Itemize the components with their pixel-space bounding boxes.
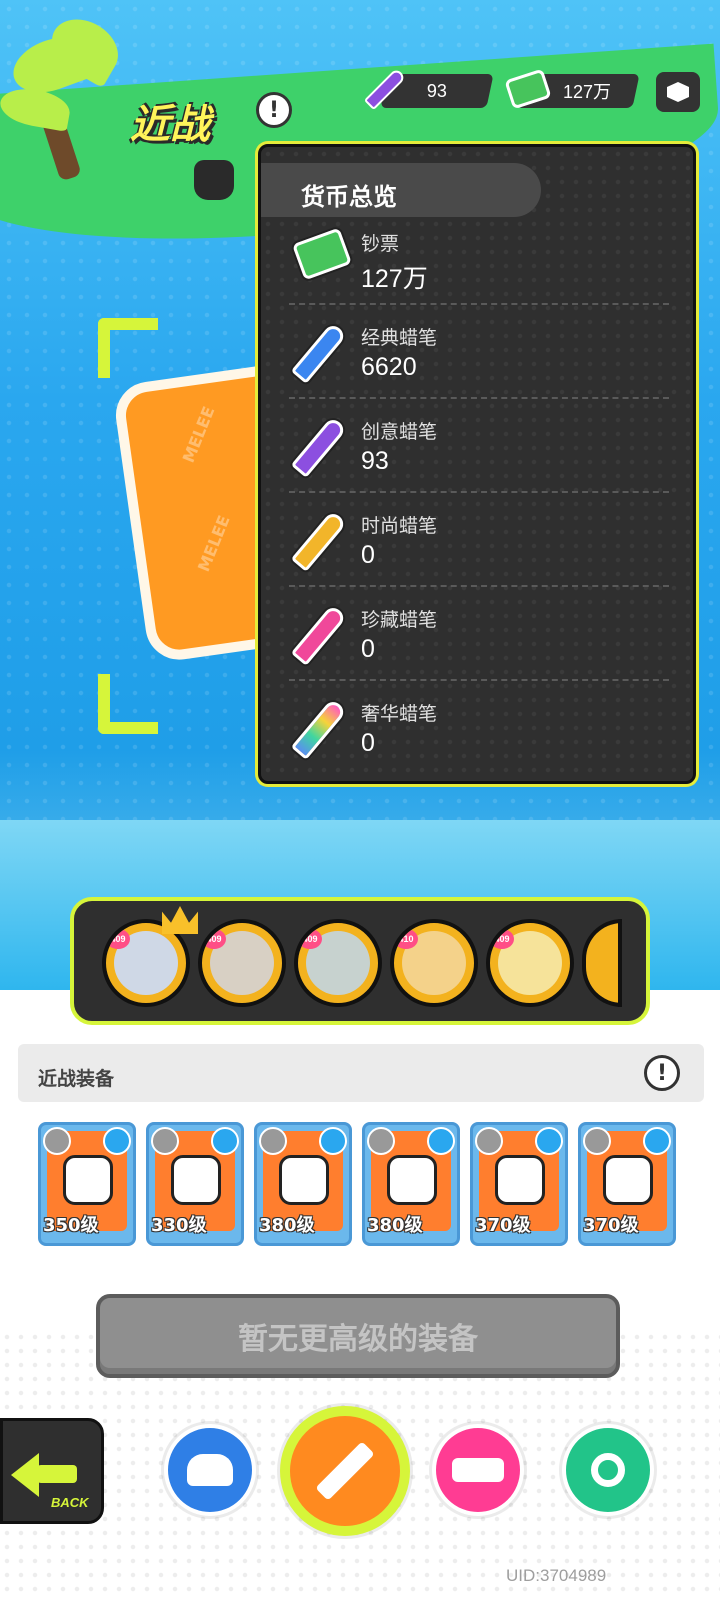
frame-bracket	[98, 318, 158, 378]
palm-icon	[319, 1127, 347, 1155]
sword-icon	[367, 1127, 395, 1155]
equipment-level: 380级	[367, 1215, 423, 1236]
tab-melee[interactable]	[280, 1406, 410, 1536]
equipment-level: 330级	[151, 1215, 207, 1236]
palm-icon	[535, 1127, 563, 1155]
sword-icon	[583, 1127, 611, 1155]
sword-icon	[259, 1127, 287, 1155]
hero-level-badge: 409	[202, 929, 226, 949]
gun-icon	[452, 1458, 504, 1482]
equipment-card[interactable]: 330级	[146, 1122, 244, 1246]
fist-icon	[194, 160, 234, 200]
currency-row: 经典蜡笔 6620	[289, 305, 669, 399]
currency-row: 钞票 127万	[289, 211, 669, 305]
equipment-card[interactable]: 380级	[254, 1122, 352, 1246]
currency-name: 经典蜡笔	[361, 327, 438, 349]
hero-level-badge: 409	[490, 929, 514, 949]
equipment-card[interactable]: 380级	[362, 1122, 460, 1246]
hero-avatar[interactable]: 409	[198, 919, 286, 1007]
equipment-art	[387, 1155, 437, 1205]
currency-value: 0	[361, 729, 375, 757]
popup-title: 货币总览	[301, 183, 397, 211]
box-icon	[667, 82, 689, 102]
currency-name: 珍藏蜡笔	[361, 609, 438, 631]
sword-icon	[475, 1127, 503, 1155]
upgrade-button-disabled[interactable]: 暂无更高级的装备	[96, 1294, 620, 1378]
hero-level-badge: 409	[106, 929, 130, 949]
currency-value: 6620	[361, 353, 417, 381]
crayon-icon	[290, 322, 348, 384]
equipment-art	[279, 1155, 329, 1205]
hero-avatar[interactable]: 409	[294, 919, 382, 1007]
currency-value: 0	[361, 541, 375, 569]
palm-icon	[643, 1127, 671, 1155]
palm-icon	[103, 1127, 131, 1155]
back-button[interactable]: BACK	[0, 1418, 104, 1524]
currency-name: 创意蜡笔	[361, 421, 438, 443]
equipment-level: 380级	[259, 1215, 315, 1236]
hero-avatar[interactable]: 409	[486, 919, 574, 1007]
palm-icon	[427, 1127, 455, 1155]
equipment-title: 近战装备	[38, 1068, 115, 1090]
cannon-icon	[187, 1454, 233, 1486]
equipment-header	[18, 1044, 704, 1102]
currency-overview-popup: 货币总览 钞票 127万 经典蜡笔 6620 创意蜡笔 93 时尚蜡笔 0 珍藏…	[258, 144, 696, 784]
equipment-level: 370级	[475, 1215, 531, 1236]
hero-level-badge: 410	[394, 929, 418, 949]
shop-button[interactable]	[656, 72, 700, 112]
currency-row: 创意蜡笔 93	[289, 399, 669, 493]
hero-selector: 409 409 409 410 409	[70, 897, 650, 1025]
tab-special[interactable]	[562, 1424, 654, 1516]
user-id: UID:3704989	[506, 1566, 607, 1585]
sword-icon	[151, 1127, 179, 1155]
equipment-art	[63, 1155, 113, 1205]
banknote-icon	[292, 227, 352, 281]
currency-name: 奢华蜡笔	[361, 703, 438, 725]
equipment-level: 350级	[43, 1215, 99, 1236]
tab-gun[interactable]	[432, 1424, 524, 1516]
currency-value: 0	[361, 635, 375, 663]
currency-name: 钞票	[361, 233, 400, 255]
info-button[interactable]: !	[644, 1055, 680, 1091]
hero-level-badge: 409	[298, 929, 322, 949]
equipment-level: 370级	[583, 1215, 639, 1236]
currency-row: 珍藏蜡笔 0	[289, 587, 669, 681]
arrow-left-icon	[11, 1453, 39, 1497]
equipment-card[interactable]: 370级	[470, 1122, 568, 1246]
currency-row: 奢华蜡笔 0	[289, 681, 669, 775]
crayon-icon	[290, 510, 348, 572]
hook-icon	[591, 1453, 625, 1487]
currency-value: 127万	[361, 265, 428, 293]
frame-bracket	[98, 674, 158, 734]
crayon-icon	[290, 604, 348, 666]
equipment-art	[603, 1155, 653, 1205]
equipment-card[interactable]: 350级	[38, 1122, 136, 1246]
currency-name: 时尚蜡笔	[361, 515, 438, 537]
crayon-icon	[290, 416, 348, 478]
tab-cannon[interactable]	[164, 1424, 256, 1516]
sword-icon	[315, 1441, 375, 1501]
currency-row: 时尚蜡笔 0	[289, 493, 669, 587]
info-button[interactable]: !	[256, 92, 292, 128]
page-title: 近战	[130, 102, 210, 148]
currency-value: 93	[361, 447, 389, 475]
hero-avatar[interactable]: 410	[390, 919, 478, 1007]
palm-icon	[211, 1127, 239, 1155]
equipment-card[interactable]: 370级	[578, 1122, 676, 1246]
sword-icon	[43, 1127, 71, 1155]
equipment-art	[495, 1155, 545, 1205]
hero-avatar[interactable]	[582, 919, 622, 1007]
crayon-icon	[290, 698, 348, 760]
equipment-art	[171, 1155, 221, 1205]
